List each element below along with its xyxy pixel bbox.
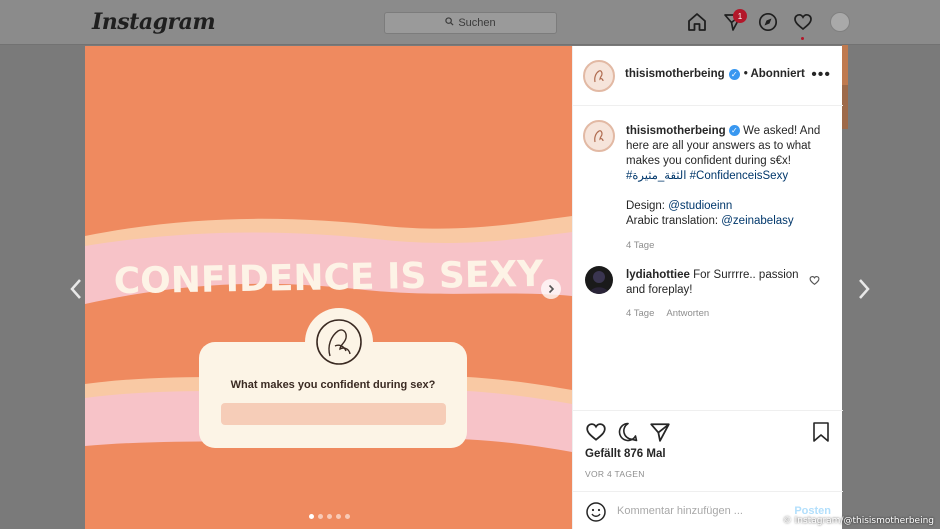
like-heart-icon[interactable] — [585, 421, 607, 448]
caption-author-avatar[interactable] — [583, 120, 615, 152]
previous-post-arrow-icon[interactable] — [68, 277, 84, 301]
post-sidebar: thisismotherbeing ✓ • Abonniert ••• this… — [572, 46, 843, 529]
comment-bubble-icon[interactable] — [617, 421, 639, 448]
explore-compass-icon[interactable] — [757, 11, 779, 33]
caption-username[interactable]: thisismotherbeing — [626, 125, 726, 137]
activity-indicator-dot — [801, 37, 804, 40]
verified-badge-icon: ✓ — [728, 125, 740, 137]
carousel-next-chevron-icon[interactable] — [541, 279, 561, 299]
design-credit-handle[interactable]: @studioeinn — [668, 200, 732, 212]
caption-age: 4 Tage — [626, 240, 655, 251]
carousel-dot — [345, 514, 350, 519]
motherbeing-illustration-icon — [305, 308, 373, 376]
search-placeholder: Suchen — [458, 17, 496, 29]
share-paper-plane-icon[interactable] — [649, 421, 671, 448]
carousel-dot — [327, 514, 332, 519]
search-input[interactable]: Suchen — [384, 12, 557, 34]
post-date: VOR 4 TAGEN — [585, 469, 645, 479]
search-icon — [445, 17, 454, 29]
post-image[interactable]: CONFIDENCE IS SEXY What makes you confid… — [85, 46, 572, 529]
commenter-avatar[interactable] — [585, 266, 613, 294]
profile-avatar[interactable] — [830, 12, 850, 32]
post-modal: CONFIDENCE IS SEXY What makes you confid… — [85, 46, 843, 529]
save-bookmark-icon[interactable] — [811, 421, 831, 448]
image-headline: CONFIDENCE IS SEXY — [113, 253, 544, 303]
comment-age: 4 Tage — [626, 308, 655, 319]
comment-like-heart-icon[interactable] — [809, 273, 820, 291]
post-caption: thisismotherbeing ✓ We asked! And here a… — [626, 124, 831, 253]
instagram-logo[interactable]: Instagram — [92, 9, 216, 35]
comment-input[interactable]: Kommentar hinzufügen ... — [617, 505, 743, 517]
caption-hashtags[interactable]: #الثقة_مثيرة #ConfidenceisSexy — [626, 170, 788, 182]
author-avatar[interactable] — [583, 60, 615, 92]
design-credit-label: Design: — [626, 200, 669, 212]
comment-meta: 4 Tage Antworten — [626, 308, 709, 319]
carousel-dot — [318, 514, 323, 519]
answer-input-bar — [221, 403, 446, 425]
more-options-icon[interactable]: ••• — [811, 66, 831, 84]
translation-credit-handle[interactable]: @zeinabelasy — [721, 215, 793, 227]
top-navigation-bar: Instagram Suchen 1 — [0, 0, 940, 45]
follow-status-button[interactable]: • Abonniert — [744, 68, 805, 80]
author-info: thisismotherbeing ✓ • Abonniert — [625, 68, 805, 80]
home-icon[interactable] — [686, 11, 708, 33]
image-credit: © Instagram/@thisismotherbeing — [782, 516, 934, 526]
question-text: What makes you confident during sex? — [230, 379, 436, 391]
emoji-smiley-icon[interactable] — [585, 501, 607, 528]
notification-badge: 1 — [733, 9, 747, 23]
carousel-dot — [336, 514, 341, 519]
carousel-indicator — [309, 514, 350, 519]
post-header: thisismotherbeing ✓ • Abonniert ••• — [573, 46, 843, 106]
activity-heart-icon[interactable] — [792, 11, 814, 33]
reply-link[interactable]: Antworten — [666, 308, 709, 319]
post-actions: Gefällt 876 Mal VOR 4 TAGEN Kommentar hi… — [573, 410, 843, 529]
carousel-dot — [309, 514, 314, 519]
verified-badge-icon: ✓ — [728, 68, 740, 80]
like-count[interactable]: Gefällt 876 Mal — [585, 448, 666, 460]
author-username[interactable]: thisismotherbeing — [625, 68, 725, 80]
next-post-arrow-icon[interactable] — [856, 277, 872, 301]
comment: lydiahottiee For Surrrre.. passion and f… — [626, 268, 806, 298]
commenter-username[interactable]: lydiahottiee — [626, 269, 690, 281]
translation-credit-label: Arabic translation: — [626, 215, 722, 227]
